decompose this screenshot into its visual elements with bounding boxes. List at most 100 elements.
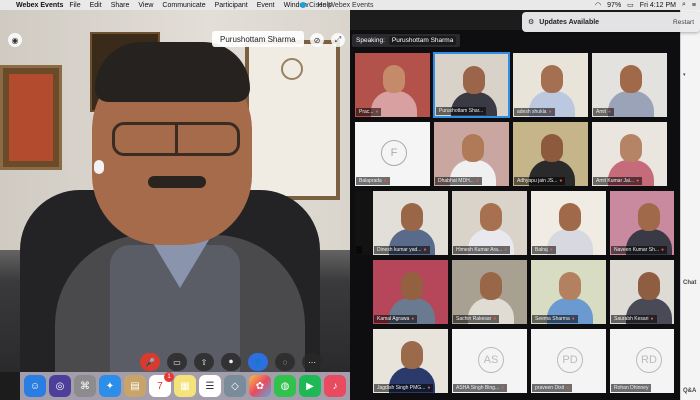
participant-tile[interactable]: AS ASHA Singh Bing... ●: [451, 328, 528, 394]
participant-name: Himesh Kumar Ara... ●: [453, 246, 511, 254]
battery-icon[interactable]: ▭: [627, 1, 634, 9]
participant-tile[interactable]: PD praveen Dixit ●: [530, 328, 607, 394]
qa-panel-label[interactable]: Q&A: [683, 388, 696, 394]
mute-button[interactable]: 🎤: [140, 353, 160, 371]
participant-initials: F: [381, 140, 407, 166]
photos-icon[interactable]: ✿: [249, 375, 271, 397]
fullscreen-icon[interactable]: ⤢: [331, 33, 345, 47]
participant-tile[interactable]: Naveen Kumar Sh... ●: [609, 190, 675, 256]
participant-tile[interactable]: Sachin Rakesar ●: [451, 259, 528, 325]
participant-name: Rohan Dhinney: [611, 384, 652, 392]
participant-name: Saurabh Kesari ●: [611, 315, 657, 323]
speaking-label: Speaking:: [356, 37, 385, 44]
participant-initials: RD: [636, 347, 662, 373]
meeting-controls: 🎤 ▭ ⇧ ⏺ 👤 ◌ ⋯: [140, 353, 322, 371]
participant-name: ASHA Singh Bing... ●: [453, 384, 508, 392]
participant-tile[interactable]: Prac... ●: [354, 52, 431, 118]
share-button[interactable]: ⇧: [194, 353, 214, 371]
music-icon[interactable]: ♪: [324, 375, 346, 397]
messages-icon[interactable]: ◍: [274, 375, 296, 397]
participant-name: adesh shukla ●: [514, 108, 555, 116]
participant-tile[interactable]: Adhyapu jain JS... ●: [512, 121, 589, 187]
participant-tile[interactable]: Seema Sharma ●: [530, 259, 607, 325]
mac-dock: ☺ ◎ ⌘ ✦ ▤ 7 1 ▦ ☰ ◇ ✿ ◍ ▶ ♪: [20, 372, 350, 400]
menu-file[interactable]: File: [69, 2, 80, 9]
wifi-icon[interactable]: ◠: [595, 1, 601, 9]
update-icon: ⚙: [528, 19, 535, 26]
participant-name: Amit Kumar Jai... ●: [593, 177, 643, 185]
notes-icon[interactable]: ▦: [174, 375, 196, 397]
participant-tile[interactable]: Amit Kumar Jai... ●: [591, 121, 668, 187]
speaking-name: Purushottam Sharma: [388, 36, 457, 45]
reminders-icon[interactable]: ☰: [199, 375, 221, 397]
participant-name: Balraj ●: [532, 246, 556, 254]
wall-certificate: [245, 40, 340, 200]
participant-tile[interactable]: RD Rohan Dhinney: [609, 328, 675, 394]
pin-icon[interactable]: ⊘: [310, 33, 324, 47]
participant-initials: AS: [478, 347, 504, 373]
facetime-icon[interactable]: ▶: [299, 375, 321, 397]
menu-view[interactable]: View: [138, 2, 153, 9]
panel-participant-icon[interactable]: ▾: [683, 72, 686, 78]
participant-tile[interactable]: adesh shukla ●: [512, 52, 589, 118]
calendar-badge: 1: [164, 372, 174, 382]
video-button[interactable]: ▭: [167, 353, 187, 371]
more-button[interactable]: ⋯: [302, 353, 322, 371]
participant-name: Seema Sharma ●: [532, 315, 578, 323]
launchpad-icon[interactable]: ⌘: [74, 375, 96, 397]
participant-tile[interactable]: Amit ●: [591, 52, 668, 118]
participant-name: Kamal Agrawa ●: [374, 315, 418, 323]
participant-tile[interactable]: Dhabhat MDH... ●: [433, 121, 510, 187]
menu-participant[interactable]: Participant: [215, 2, 248, 9]
record-button[interactable]: ⏺: [221, 353, 241, 371]
cisco-webex-icon: [300, 2, 306, 8]
safari-icon[interactable]: ✦: [99, 375, 121, 397]
notification-title: Updates Available: [539, 18, 600, 26]
layout-icon[interactable]: ◉: [8, 33, 22, 47]
control-center-icon[interactable]: ≡: [692, 2, 696, 9]
finder-icon[interactable]: ☺: [24, 375, 46, 397]
menu-share[interactable]: Share: [111, 2, 130, 9]
participant-tile[interactable]: F Balaprada ●: [354, 121, 431, 187]
calendar-icon[interactable]: 7 1: [149, 372, 174, 397]
updates-notification[interactable]: ⚙ Updates Available Restart: [522, 12, 700, 32]
calendar-date: 7: [157, 380, 163, 392]
maps-icon[interactable]: ◇: [224, 375, 246, 397]
speaker-glasses: [112, 122, 240, 156]
window-title: Cisco Webex Events: [300, 0, 373, 10]
speaker-earbud: [94, 160, 104, 174]
participant-tile[interactable]: Dinesh kumar yad... ●: [372, 190, 449, 256]
app-name-menu[interactable]: Webex Events: [16, 2, 63, 9]
participant-tile[interactable]: Himesh Kumar Ara... ●: [451, 190, 528, 256]
status-area: ◠ 97% ▭ Fri 4:12 PM ⌕ ≡: [595, 0, 696, 10]
participant-name: Naveen Kumar Sh... ●: [611, 246, 668, 254]
participant-tile[interactable]: Saurabh Kesari ●: [609, 259, 675, 325]
chat-button[interactable]: ◌: [275, 353, 295, 371]
participant-initials: PD: [557, 347, 583, 373]
main-speaker-video[interactable]: ◉ Purushottam Sharma ⊘ ⤢ 🎤 ▭ ⇧ ⏺ 👤 ◌ ⋯: [0, 10, 350, 372]
restart-button[interactable]: Restart: [673, 19, 694, 26]
menu-communicate[interactable]: Communicate: [162, 2, 205, 9]
participant-name: Dinesh kumar yad... ●: [374, 246, 430, 254]
participants-button[interactable]: 👤: [248, 353, 268, 371]
window-title-text: Cisco Webex Events: [309, 1, 374, 9]
active-speaker-indicator: Speaking: Purushottam Sharma: [352, 34, 461, 47]
contacts-icon[interactable]: ▤: [124, 375, 146, 397]
speaker-moustache: [148, 176, 206, 188]
side-panel[interactable]: ▾ Chat Q&A: [680, 10, 700, 400]
participant-name: Adhyapu jain JS... ●: [514, 177, 566, 185]
speaker-name: Purushottam Sharma: [220, 34, 296, 44]
menu-event[interactable]: Event: [257, 2, 275, 9]
chat-panel-label[interactable]: Chat: [683, 280, 696, 286]
clock[interactable]: Fri 4:12 PM: [640, 2, 676, 9]
participant-tile[interactable]: Kamal Agrawa ●: [372, 259, 449, 325]
participant-tile[interactable]: Balraj ●: [530, 190, 607, 256]
battery-percent[interactable]: 97%: [607, 2, 621, 9]
participant-name: Dhabhat MDH... ●: [435, 177, 482, 185]
participant-tile[interactable]: Purushottam Shar...: [433, 52, 510, 118]
menu-edit[interactable]: Edit: [90, 2, 102, 9]
search-icon[interactable]: ⌕: [682, 1, 686, 9]
participant-tile[interactable]: Jagdish Singh PMG... ●: [372, 328, 449, 394]
siri-icon[interactable]: ◎: [49, 375, 71, 397]
participant-name: Amit ●: [593, 108, 615, 116]
